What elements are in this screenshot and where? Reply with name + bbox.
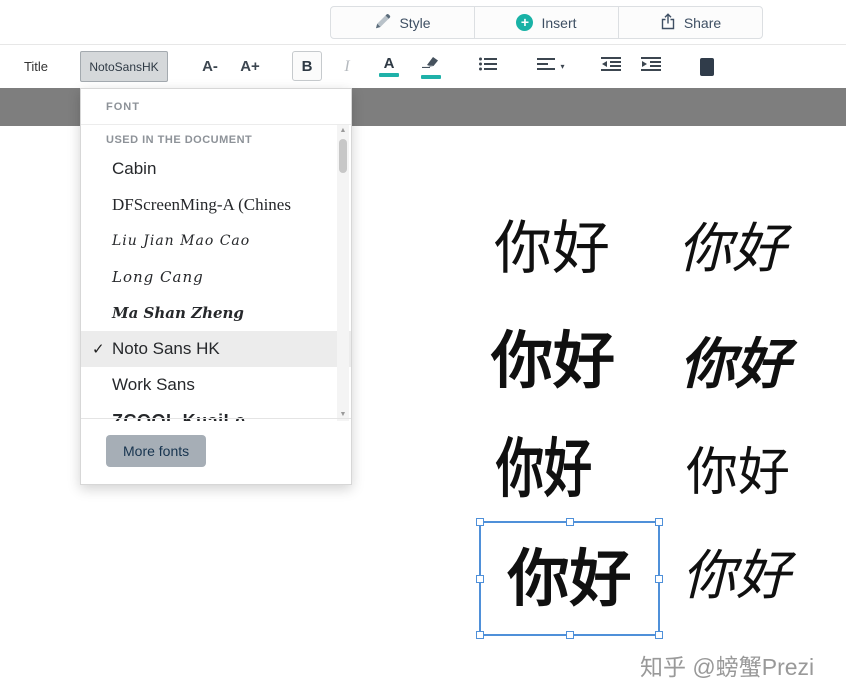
text-sample-4[interactable]: 你好 [680,336,790,391]
top-bar: Style + Insert Share [0,0,846,45]
highlighter-icon [421,55,441,73]
share-button[interactable]: Share [619,7,762,38]
font-option-dfscreenming[interactable]: DFScreenMing-A (Chines [81,187,351,223]
highlight-color-bar [421,74,441,79]
selection-handle[interactable] [476,631,484,639]
font-list-scrollbar[interactable]: ▲ ▼ [337,125,349,421]
selection-handle[interactable] [565,518,574,526]
bullet-list-icon [479,57,497,76]
font-option-work-sans[interactable]: Work Sans [81,367,351,403]
text-color-button[interactable]: A [373,51,405,82]
scrollbar-thumb[interactable] [339,139,347,173]
text-sample-7-selected[interactable]: 你好 [507,547,631,610]
pencil-icon [374,13,391,33]
highlight-color-button[interactable] [413,51,449,82]
selection-box[interactable]: 你好 [476,518,663,639]
align-button[interactable]: ▾ [527,51,575,82]
font-dropdown-footer: More fonts [81,418,351,484]
font-option-cabin[interactable]: Cabin [81,151,351,187]
selection-handle[interactable] [655,631,663,639]
font-list: USED IN THE DOCUMENT Cabin DFScreenMing-… [81,125,351,421]
font-option-label: Long Cang [112,268,204,286]
outdent-icon [601,57,621,76]
check-icon: ✓ [92,341,105,358]
font-option-label: DFScreenMing-A (Chines [112,195,291,214]
decrease-indent-button[interactable] [593,51,629,82]
share-icon [660,12,676,33]
text-sample-6[interactable]: 你好 [686,447,790,499]
plus-icon: + [516,14,534,31]
font-section-header: USED IN THE DOCUMENT [106,134,253,146]
font-option-label: Cabin [112,159,157,178]
font-family-button[interactable]: NotoSansHK [80,51,168,82]
prezi-editor: Style + Insert Share Title NotoSansHK A-… [0,0,846,692]
font-option-label: Work Sans [112,375,195,394]
font-dropdown: FONT USED IN THE DOCUMENT Cabin DFScreen… [80,88,352,485]
style-button-label: Style [399,14,431,31]
align-left-icon [537,57,556,76]
font-option-ma-shan-zheng[interactable]: Ma Shan Zheng [81,295,351,331]
style-button[interactable]: Style [331,7,475,38]
font-dropdown-title: FONT [81,89,351,125]
text-sample-3[interactable]: 你好 [491,330,615,392]
theme-button[interactable] [689,51,725,82]
text-color-label: A [383,55,395,72]
watermark: 知乎 @螃蟹Prezi [640,654,815,680]
font-option-long-cang[interactable]: Long Cang [81,259,351,295]
font-option-label: Ma Shan Zheng [112,304,244,322]
share-button-label: Share [683,14,722,31]
more-fonts-button[interactable]: More fonts [106,435,207,467]
text-sample-2[interactable]: 你好 [678,222,786,276]
chevron-down-icon: ▾ [560,62,565,71]
increase-indent-button[interactable] [633,51,669,82]
text-sample-1[interactable]: 你好 [494,219,610,277]
text-style-button[interactable]: Title [10,51,62,82]
text-color-bar [379,73,399,77]
action-button-group: Style + Insert Share [330,6,763,39]
selection-handle[interactable] [476,518,484,526]
scroll-up-icon[interactable]: ▲ [337,125,349,137]
increase-font-size-button[interactable]: A+ [233,51,267,82]
theme-icon [700,57,714,76]
format-toolbar: Title NotoSansHK A- A+ B I A ▾ [0,45,846,88]
selection-handle[interactable] [476,574,484,583]
font-option-label: Liu Jian Mao Cao [112,233,251,249]
bullet-list-button[interactable] [471,51,505,82]
font-option-noto-sans-hk[interactable]: ✓ Noto Sans HK [81,331,351,367]
insert-button[interactable]: + Insert [475,7,619,38]
italic-button[interactable]: I [332,51,362,82]
selection-handle[interactable] [655,518,663,526]
font-option-label: Noto Sans HK [112,339,220,358]
insert-button-label: Insert [541,14,577,31]
font-option-liu-jian-mao-cao[interactable]: Liu Jian Mao Cao [81,223,351,259]
selection-handle[interactable] [655,574,663,583]
bold-button[interactable]: B [292,51,322,81]
text-sample-5[interactable]: 你好 [496,438,592,502]
decrease-font-size-button[interactable]: A- [193,51,227,82]
selection-handle[interactable] [565,631,574,639]
text-sample-8[interactable]: 你好 [682,549,790,603]
indent-icon [641,57,661,76]
